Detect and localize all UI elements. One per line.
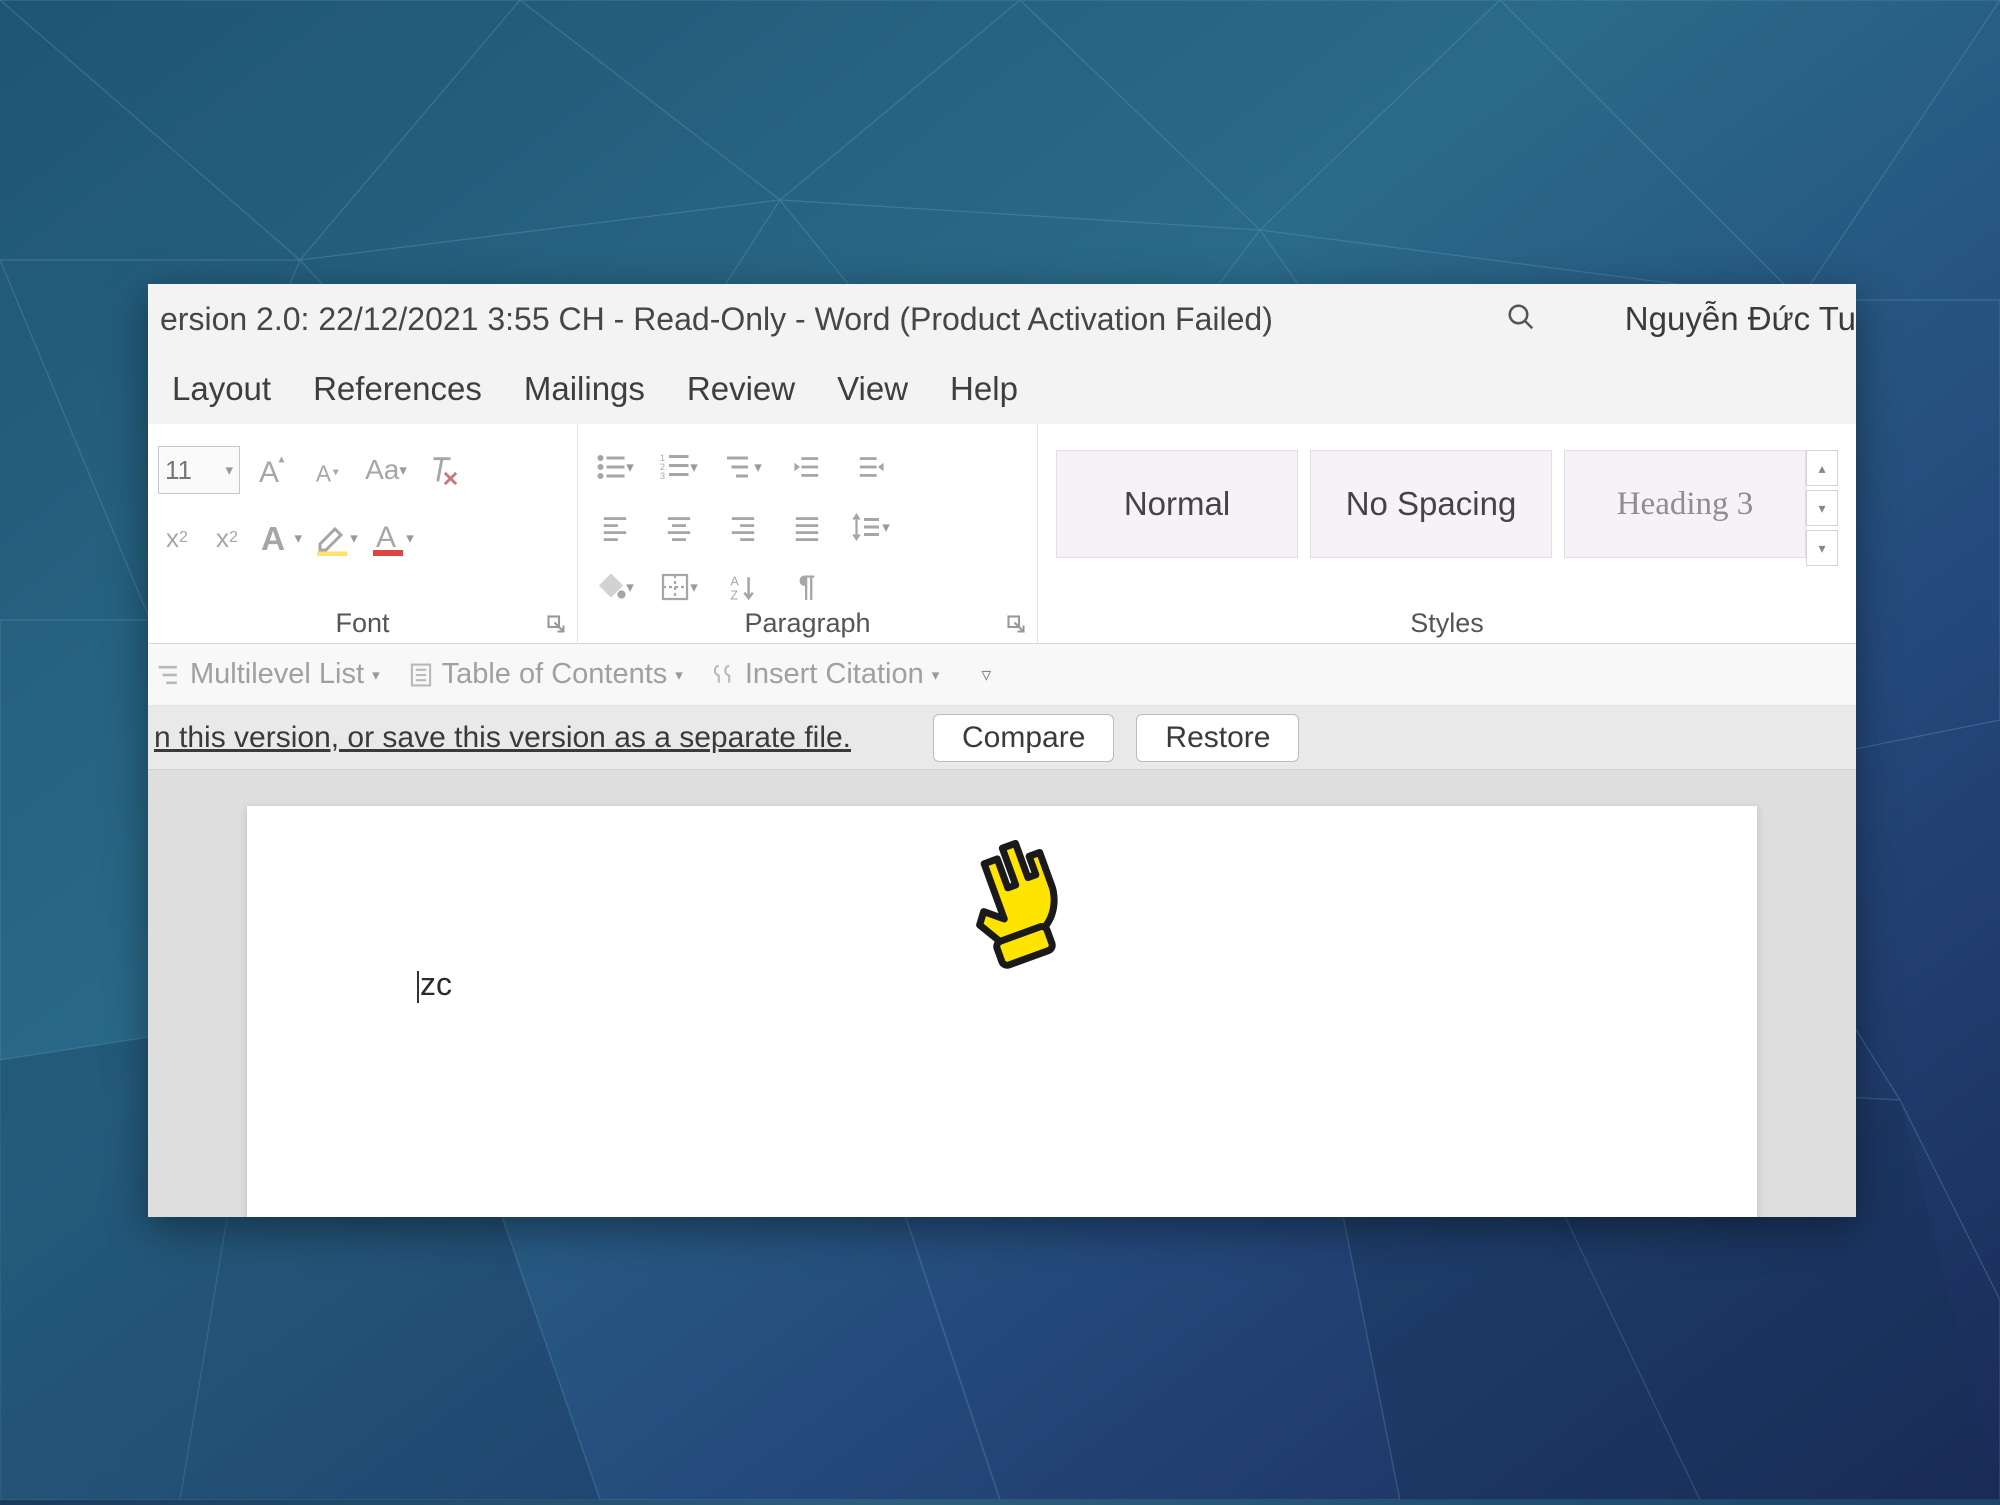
svg-text:A: A [730, 575, 739, 589]
svg-text:Z: Z [730, 589, 738, 601]
multilevel-list-label: Multilevel List [190, 658, 364, 691]
show-hide-icon[interactable]: ¶ [788, 568, 826, 606]
paragraph-dialog-launcher-icon[interactable] [1007, 615, 1029, 637]
insert-citation-button[interactable]: Insert Citation▾ [711, 658, 939, 691]
version-message: n this version, or save this version as … [154, 721, 851, 755]
svg-text:A: A [376, 521, 396, 554]
justify-icon[interactable] [788, 508, 826, 546]
shading-icon[interactable]: ▾ [596, 568, 634, 606]
clear-formatting-icon[interactable] [420, 448, 464, 492]
borders-icon[interactable]: ▾ [660, 568, 698, 606]
ribbon-tabs: Layout References Mailings Review View H… [148, 354, 1856, 424]
chevron-down-icon: ▾ [225, 461, 233, 479]
tab-mailings[interactable]: Mailings [524, 370, 645, 408]
tab-help[interactable]: Help [950, 370, 1018, 408]
paragraph-group-label: Paragraph [578, 608, 1037, 639]
style-heading-3[interactable]: Heading 3 [1564, 450, 1806, 558]
titlebar: ersion 2.0: 22/12/2021 3:55 CH - Read-On… [148, 284, 1856, 354]
numbering-icon[interactable]: 123▾ [660, 448, 698, 486]
quick-access-toolbar: Multilevel List▾ Table of Contents▾ Inse… [148, 644, 1856, 706]
search-icon[interactable] [1506, 302, 1536, 332]
styles-expand[interactable]: ▾ [1806, 530, 1838, 566]
font-size-value: 11 [165, 455, 192, 486]
version-bar: n this version, or save this version as … [148, 706, 1856, 770]
customize-toolbar-icon[interactable]: ▿ [967, 656, 1005, 694]
svg-text:A: A [259, 456, 279, 488]
align-center-icon[interactable] [660, 508, 698, 546]
ribbon: 11 ▾ A▴ A▾ Aa▾ x2 x2 A▾ ▾ A▾ Font ▾ 123▾ [148, 424, 1856, 644]
font-size-selector[interactable]: 11 ▾ [158, 446, 240, 494]
text-effects-icon[interactable]: A▾ [258, 516, 302, 560]
pointing-hand-cursor-overlay [940, 832, 1080, 972]
decrease-indent-icon[interactable] [788, 448, 826, 486]
increase-indent-icon[interactable] [852, 448, 890, 486]
text-cursor [417, 971, 419, 1003]
multilevel-list-button[interactable]: Multilevel List▾ [156, 658, 380, 691]
svg-text:▾: ▾ [333, 467, 339, 479]
shrink-font-icon[interactable]: A▾ [308, 448, 352, 492]
subscript-icon[interactable]: x2 [158, 519, 196, 557]
font-group-label: Font [148, 608, 577, 639]
font-color-icon[interactable]: A▾ [370, 516, 414, 560]
word-window: ersion 2.0: 22/12/2021 3:55 CH - Read-On… [148, 284, 1856, 1217]
style-no-spacing[interactable]: No Spacing [1310, 450, 1552, 558]
sort-icon[interactable]: AZ [724, 568, 762, 606]
styles-scroll-down[interactable]: ▾ [1806, 490, 1838, 526]
svg-text:A: A [316, 460, 332, 486]
tab-references[interactable]: References [313, 370, 482, 408]
svg-text:▴: ▴ [279, 452, 285, 466]
align-right-icon[interactable] [724, 508, 762, 546]
highlight-icon[interactable]: ▾ [314, 516, 358, 560]
table-of-contents-button[interactable]: Table of Contents▾ [408, 658, 683, 691]
ribbon-group-styles: Normal No Spacing Heading 3 ▴ ▾ ▾ Styles [1038, 424, 1856, 643]
ribbon-group-font: 11 ▾ A▴ A▾ Aa▾ x2 x2 A▾ ▾ A▾ Font [148, 424, 578, 643]
style-normal[interactable]: Normal [1056, 450, 1298, 558]
font-dialog-launcher-icon[interactable] [547, 615, 569, 637]
compare-button[interactable]: Compare [933, 714, 1114, 762]
styles-scroll-up[interactable]: ▴ [1806, 450, 1838, 486]
multilevel-list-icon[interactable]: ▾ [724, 448, 762, 486]
restore-button[interactable]: Restore [1136, 714, 1299, 762]
svg-text:A: A [261, 521, 285, 557]
citation-label: Insert Citation [745, 658, 924, 691]
svg-text:3: 3 [660, 471, 665, 481]
bullets-icon[interactable]: ▾ [596, 448, 634, 486]
tab-layout[interactable]: Layout [172, 370, 271, 408]
grow-font-icon[interactable]: A▴ [252, 448, 296, 492]
superscript-icon[interactable]: x2 [208, 519, 246, 557]
tab-view[interactable]: View [837, 370, 908, 408]
tab-review[interactable]: Review [687, 370, 795, 408]
window-title: ersion 2.0: 22/12/2021 3:55 CH - Read-On… [160, 301, 1273, 338]
styles-group-label: Styles [1038, 608, 1856, 639]
line-spacing-icon[interactable]: ▾ [852, 508, 890, 546]
change-case-icon[interactable]: Aa▾ [364, 448, 408, 492]
align-left-icon[interactable] [596, 508, 634, 546]
toc-label: Table of Contents [442, 658, 668, 691]
ribbon-group-paragraph: ▾ 123▾ ▾ ▾ ▾ ▾ AZ ¶ Paragraph [578, 424, 1038, 643]
user-name[interactable]: Nguyễn Đức Tu [1625, 300, 1856, 338]
